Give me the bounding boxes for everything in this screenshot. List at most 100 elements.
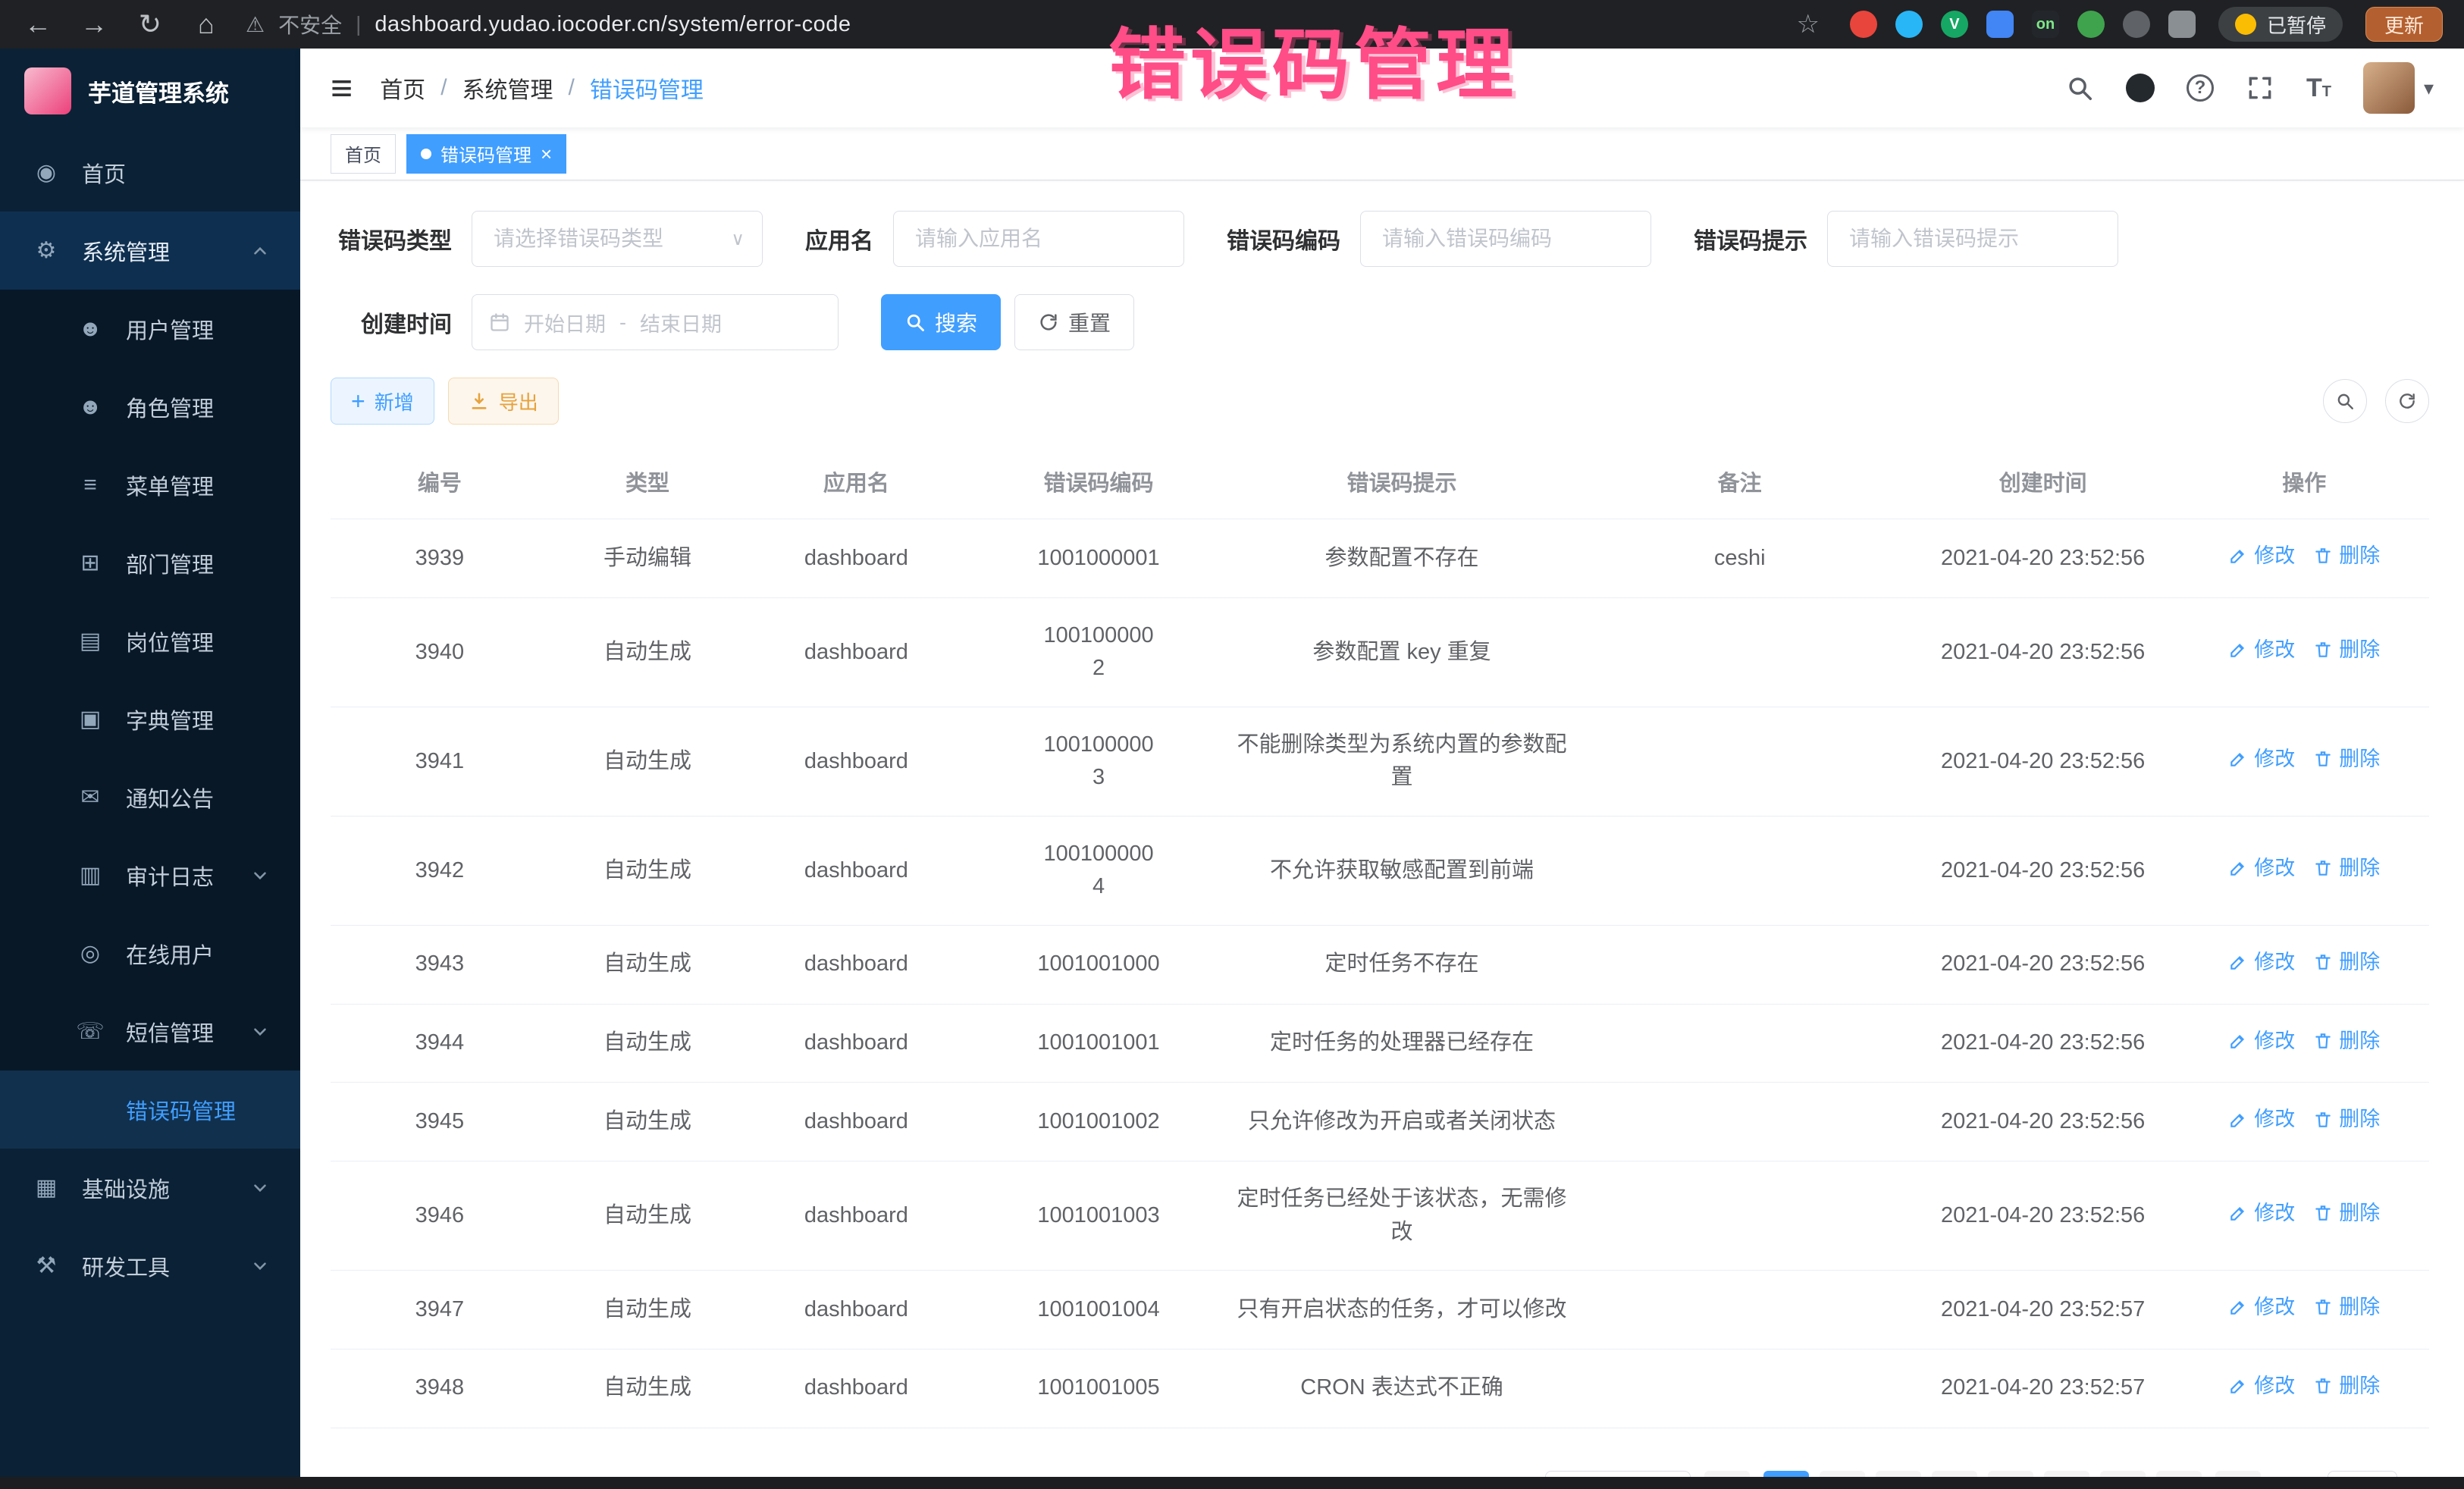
home-icon[interactable]: ⌂ <box>190 8 223 40</box>
delete-link[interactable]: 删除 <box>2313 541 2380 572</box>
red-record-extension-icon[interactable] <box>1850 11 1877 38</box>
github-icon[interactable] <box>2126 74 2155 102</box>
sidebar-item-audit-log[interactable]: ▥审计日志 <box>0 836 300 914</box>
delete-link[interactable]: 删除 <box>2313 1104 2380 1135</box>
delete-link[interactable]: 删除 <box>2313 1371 2380 1402</box>
cell-hint: CRON 表达式不正确 <box>1230 1349 1572 1428</box>
forward-arrow-icon[interactable]: → <box>77 8 111 40</box>
delete-link[interactable]: 删除 <box>2313 1292 2380 1323</box>
date-range-picker[interactable]: 开始日期 - 结束日期 <box>472 294 839 350</box>
sidebar-item-dictionary[interactable]: ▣字典管理 <box>0 680 300 758</box>
update-button[interactable]: 更新 <box>2365 7 2443 42</box>
cell-hint: 只允许修改为开启或者关闭状态 <box>1230 1083 1572 1161</box>
table-row: 3946自动生成dashboard1001001003定时任务已经处于该状态，无… <box>331 1161 2429 1271</box>
edit-link[interactable]: 修改 <box>2228 853 2295 884</box>
edit-link[interactable]: 修改 <box>2228 1371 2295 1402</box>
sidebar-item-dev-tools[interactable]: ⚒研发工具 <box>0 1227 300 1305</box>
sidebar-item-error-code[interactable]: 错误码管理 <box>0 1071 300 1149</box>
delete-link[interactable]: 删除 <box>2313 1026 2380 1057</box>
export-button[interactable]: 导出 <box>448 378 559 425</box>
app-logo-row[interactable]: 芋道管理系统 <box>0 49 300 133</box>
table-row: 3948自动生成dashboard1001001005CRON 表达式不正确20… <box>331 1349 2429 1428</box>
paused-pill[interactable]: 已暂停 <box>2218 7 2343 42</box>
sidebar-item-sms[interactable]: ☏短信管理 <box>0 992 300 1071</box>
puzzle-extension-icon[interactable] <box>2168 11 2196 38</box>
close-icon[interactable]: × <box>541 144 552 164</box>
cell-remark <box>1573 597 1907 707</box>
sidebar-item-announcement[interactable]: ✉通知公告 <box>0 758 300 836</box>
sidebar-item-role[interactable]: ☻角色管理 <box>0 368 300 446</box>
edit-link[interactable]: 修改 <box>2228 1026 2295 1057</box>
error-code-input[interactable] <box>1360 211 1651 267</box>
sidebar-item-user[interactable]: ☻用户管理 <box>0 290 300 368</box>
sidebar-item-department[interactable]: ⊞部门管理 <box>0 524 300 602</box>
edit-link[interactable]: 修改 <box>2228 1292 2295 1323</box>
edit-link[interactable]: 修改 <box>2228 635 2295 666</box>
table-header-row: 编号类型应用名错误码编码错误码提示备注创建时间操作 <box>331 444 2429 519</box>
edit-link[interactable]: 修改 <box>2228 744 2295 775</box>
cell-remark <box>1573 1161 1907 1271</box>
breadcrumb-item[interactable]: 首页 <box>380 71 425 105</box>
edit-link[interactable]: 修改 <box>2228 1104 2295 1135</box>
font-size-icon[interactable]: TT <box>2306 74 2331 103</box>
sidebar-item-infrastructure[interactable]: ▦基础设施 <box>0 1149 300 1227</box>
filter-row-1: 错误码类型 ∨ 应用名 错误码编码 <box>331 211 2429 267</box>
app-name-label: 应用名 <box>805 222 873 255</box>
reset-button[interactable]: 重置 <box>1014 294 1134 350</box>
sidebar-item-label: 审计日志 <box>126 860 230 892</box>
cell-id: 3942 <box>331 816 549 925</box>
add-button[interactable]: + 新增 <box>331 378 434 425</box>
reload-icon[interactable]: ↻ <box>133 8 167 40</box>
cell-code: 1001000002 <box>967 597 1231 707</box>
delete-link[interactable]: 删除 <box>2313 853 2380 884</box>
hamburger-icon[interactable]: ≡ <box>331 69 353 107</box>
user-avatar[interactable]: ▾ <box>2363 62 2434 114</box>
sidebar-item-gear[interactable]: ⚙系统管理 <box>0 212 300 290</box>
search-icon[interactable] <box>2065 74 2094 102</box>
help-icon[interactable]: ? <box>2187 74 2214 102</box>
view-tag[interactable]: 首页 <box>331 134 396 174</box>
dashboard-icon: ◉ <box>30 159 62 186</box>
edit-link[interactable]: 修改 <box>2228 541 2295 572</box>
sidebar-item-post[interactable]: ▤岗位管理 <box>0 602 300 680</box>
cell-actions: 修改删除 <box>2180 1349 2429 1428</box>
edit-link[interactable]: 修改 <box>2228 1198 2295 1229</box>
pin-extension-icon[interactable] <box>2123 11 2150 38</box>
app-name-input[interactable] <box>893 211 1184 267</box>
breadcrumb-item[interactable]: 系统管理 <box>462 71 553 105</box>
cell-actions: 修改删除 <box>2180 519 2429 598</box>
cell-code: 1001000001 <box>967 519 1231 598</box>
view-tag[interactable]: 错误码管理× <box>406 134 566 174</box>
bookmark-star-icon[interactable]: ☆ <box>1796 9 1826 39</box>
search-button[interactable]: 搜索 <box>881 294 1001 350</box>
cell-created: 2021-04-20 23:52:56 <box>1907 1083 2180 1161</box>
sidebar-item-dashboard[interactable]: ◉首页 <box>0 133 300 212</box>
cell-remark <box>1573 1271 1907 1350</box>
blue-drop-extension-icon[interactable] <box>1895 11 1923 38</box>
green-leaf-extension-icon[interactable] <box>2077 11 2105 38</box>
delete-link[interactable]: 删除 <box>2313 1198 2380 1229</box>
on-badge-extension-icon[interactable]: on <box>2032 11 2059 38</box>
toolbar-search-button[interactable] <box>2323 379 2367 423</box>
green-v-extension-icon[interactable]: V <box>1941 11 1968 38</box>
column-header: 错误码提示 <box>1230 444 1572 519</box>
error-code-type-select[interactable] <box>472 211 763 267</box>
app-frame: 芋道管理系统 ◉首页⚙系统管理☻用户管理☻角色管理≡菜单管理⊞部门管理▤岗位管理… <box>0 49 2464 1489</box>
error-hint-input[interactable] <box>1827 211 2118 267</box>
filter-app-name: 应用名 <box>805 211 1184 267</box>
sidebar-item-online-user[interactable]: ◎在线用户 <box>0 914 300 992</box>
cell-app: dashboard <box>746 707 967 816</box>
cell-code: 1001001003 <box>967 1161 1231 1271</box>
cell-app: dashboard <box>746 925 967 1004</box>
delete-link[interactable]: 删除 <box>2313 635 2380 666</box>
toolbar-refresh-button[interactable] <box>2385 379 2429 423</box>
url-bar[interactable]: ⚠ 不安全 | dashboard.yudao.iocoder.cn/syste… <box>246 9 1827 39</box>
blue-grid-extension-icon[interactable] <box>1986 11 2014 38</box>
cell-created: 2021-04-20 23:52:57 <box>1907 1271 2180 1350</box>
sidebar-item-menu-list[interactable]: ≡菜单管理 <box>0 446 300 524</box>
delete-link[interactable]: 删除 <box>2313 744 2380 775</box>
edit-link[interactable]: 修改 <box>2228 947 2295 978</box>
delete-link[interactable]: 删除 <box>2313 947 2380 978</box>
back-arrow-icon[interactable]: ← <box>21 8 55 40</box>
fullscreen-icon[interactable] <box>2246 74 2274 102</box>
